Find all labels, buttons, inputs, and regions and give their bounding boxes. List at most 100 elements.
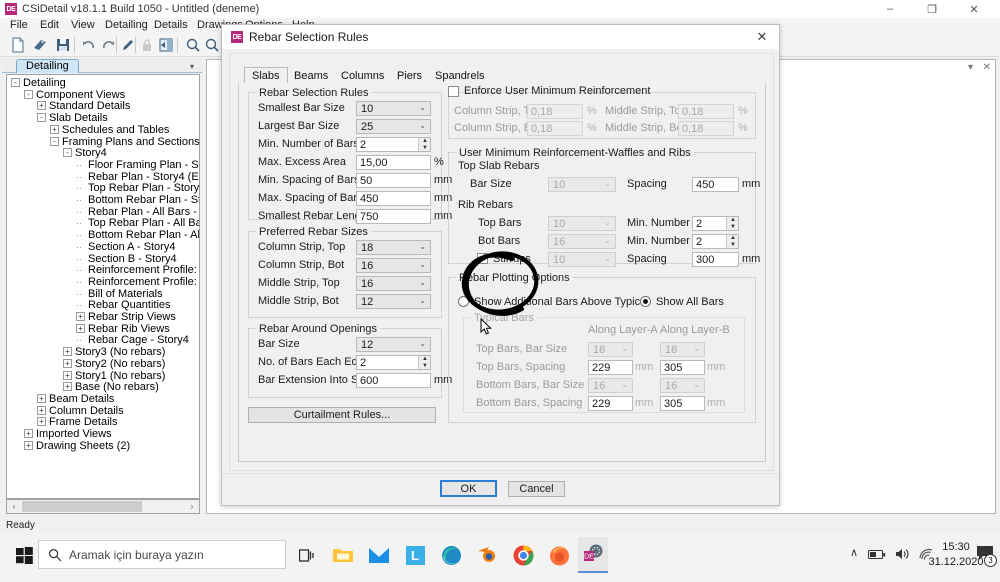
opening-field-2[interactable]: 600 (356, 373, 431, 388)
tree-item[interactable]: Rebar Quantities (88, 300, 171, 311)
scroll-left-icon[interactable]: ‹ (8, 501, 20, 512)
typical-b-3[interactable]: 305 (660, 396, 705, 411)
menu-item-view[interactable]: View (69, 19, 97, 31)
spinner-up-icon[interactable]: ▲ (419, 138, 431, 144)
tree-toggle[interactable]: + (37, 405, 46, 415)
undo-icon[interactable] (81, 37, 97, 53)
chevron-down-icon[interactable]: ⌄ (419, 242, 426, 251)
chevron-down-icon[interactable]: ⌄ (419, 121, 426, 130)
save-icon[interactable] (55, 37, 71, 53)
field-6[interactable]: 750 (356, 209, 431, 224)
document-dropdown-icon[interactable]: ▾ (968, 62, 973, 73)
tree-toggle[interactable]: + (76, 312, 85, 321)
spinner-buttons[interactable]: ▲ ▼ (726, 235, 738, 248)
tree-toggle[interactable]: + (24, 429, 33, 438)
notification-center-button[interactable]: 3 (976, 545, 1000, 569)
clock-time[interactable]: 15:30 (936, 541, 976, 553)
tree-toggle[interactable]: + (24, 440, 33, 450)
curtailment-rules-button[interactable]: Curtailment Rules... (248, 407, 436, 423)
blender-button[interactable] (472, 540, 502, 570)
chevron-down-icon[interactable]: ⌄ (419, 296, 426, 305)
close-button[interactable]: ✕ (956, 0, 992, 18)
tree-item[interactable]: Beam Details (49, 393, 114, 405)
tree-item[interactable]: Story3 (No rebars) (75, 347, 165, 358)
tree-item[interactable]: Rebar Plan - Story4 (EL. 12000 (88, 171, 199, 183)
tree-item[interactable]: Top Rebar Plan - Story4 (EL. 12 (88, 183, 199, 194)
tree-item[interactable]: Section B - Story4 (88, 253, 177, 265)
tree-item[interactable]: Component Views (36, 89, 125, 101)
tree-item[interactable]: Column Details (49, 405, 124, 417)
tab-spandrels[interactable]: Spandrels (427, 68, 493, 84)
document-close-icon[interactable]: ✕ (983, 62, 991, 73)
chevron-down-icon[interactable]: ⌄ (419, 260, 426, 269)
mail-button[interactable] (364, 540, 394, 570)
redo-icon[interactable] (100, 37, 116, 53)
tree-toggle[interactable]: + (37, 101, 46, 111)
tree-toggle[interactable]: + (37, 393, 46, 403)
spinner-down-icon[interactable]: ▼ (419, 363, 431, 369)
waffle-size-2[interactable]: 16 ⌄ (548, 234, 616, 249)
edit-pencil-icon[interactable] (120, 37, 136, 53)
spinner-up-icon[interactable]: ▲ (727, 235, 739, 241)
tab-detailing[interactable]: Detailing (16, 59, 79, 73)
zoom-in-icon[interactable] (185, 37, 201, 53)
battery-icon[interactable] (868, 549, 886, 560)
tree-item[interactable]: Bill of Materials (88, 288, 163, 300)
zoom-out-icon[interactable] (204, 37, 220, 53)
min-reinf-field-2[interactable]: 0,18 (527, 121, 583, 136)
waffle-right-field-0[interactable]: 450 (692, 177, 739, 192)
scroll-thumb[interactable] (22, 501, 142, 512)
cancel-button[interactable]: Cancel (508, 481, 565, 497)
enforce-user-minimum-checkbox[interactable] (448, 86, 459, 97)
min-reinf-field-1[interactable]: 0,18 (678, 104, 734, 119)
file-explorer-button[interactable] (328, 540, 358, 570)
tab-beams[interactable]: Beams (286, 68, 336, 84)
chevron-down-icon[interactable]: ⌄ (604, 218, 611, 227)
min-reinf-field-0[interactable]: 0,18 (527, 104, 583, 119)
min-reinf-field-3[interactable]: 0,18 (678, 121, 734, 136)
menu-item-details[interactable]: Details (152, 19, 190, 31)
typical-a-3[interactable]: 229 (588, 396, 633, 411)
chevron-down-icon[interactable]: ⌄ (604, 236, 611, 245)
menu-item-edit[interactable]: Edit (38, 19, 61, 31)
tree-item[interactable]: Imported Views (36, 429, 112, 440)
field-1[interactable]: 25 ⌄ (356, 119, 431, 134)
tree-item[interactable]: Rebar Cage - Story4 (88, 335, 189, 346)
tree-item[interactable]: Section A - Story4 (88, 241, 175, 253)
chevron-down-icon[interactable]: ⌄ (693, 344, 700, 353)
typical-a-0[interactable]: 18 ⌄ (588, 342, 633, 357)
scroll-right-icon[interactable]: › (186, 501, 198, 512)
chevron-down-icon[interactable]: ⌄ (604, 254, 611, 263)
chevron-down-icon[interactable]: ⌄ (419, 103, 426, 112)
opening-field-0[interactable]: 12 ⌄ (356, 337, 431, 352)
opening-field-1[interactable]: 2 ▲ ▼ (356, 355, 431, 370)
maximize-button[interactable]: ❐ (914, 0, 950, 18)
tree-item[interactable]: Standard Details (49, 101, 130, 112)
search-input-placeholder[interactable]: Aramak için buraya yazın (69, 548, 204, 562)
tab-piers[interactable]: Piers (389, 68, 430, 84)
lock-icon[interactable] (139, 37, 155, 53)
chevron-down-icon[interactable]: ⌄ (621, 380, 628, 389)
tree-item[interactable]: Rebar Strip Views (88, 312, 176, 323)
tree-toggle[interactable]: + (63, 382, 72, 392)
field-3[interactable]: 15,00 (356, 155, 431, 170)
field-2[interactable]: 2 ▲ ▼ (356, 137, 431, 152)
tree-toggle[interactable]: - (11, 78, 20, 87)
tree-item[interactable]: Reinforcement Profile: Layer-B - (88, 276, 199, 288)
minimize-button[interactable]: – (872, 0, 908, 18)
csidetail-taskbar-button[interactable]: DE (578, 537, 608, 573)
tray-chevron-icon[interactable]: ∧ (850, 546, 858, 559)
spinner-buttons[interactable]: ▲ ▼ (726, 217, 738, 230)
menu-item-file[interactable]: File (8, 19, 30, 31)
volume-icon[interactable] (895, 547, 910, 561)
tree-item[interactable]: Story2 (No rebars) (75, 358, 165, 370)
preferred-size-3[interactable]: 12 ⌄ (356, 294, 431, 309)
tree-item[interactable]: Detailing (23, 78, 66, 89)
ok-button[interactable]: OK (440, 480, 497, 497)
refresh-window-icon[interactable] (158, 37, 174, 53)
field-5[interactable]: 450 (356, 191, 431, 206)
open-folder-icon[interactable] (32, 37, 48, 53)
spinner-up-icon[interactable]: ▲ (727, 217, 739, 223)
chrome-button[interactable] (508, 540, 538, 570)
tree-toggle[interactable]: + (37, 417, 46, 427)
